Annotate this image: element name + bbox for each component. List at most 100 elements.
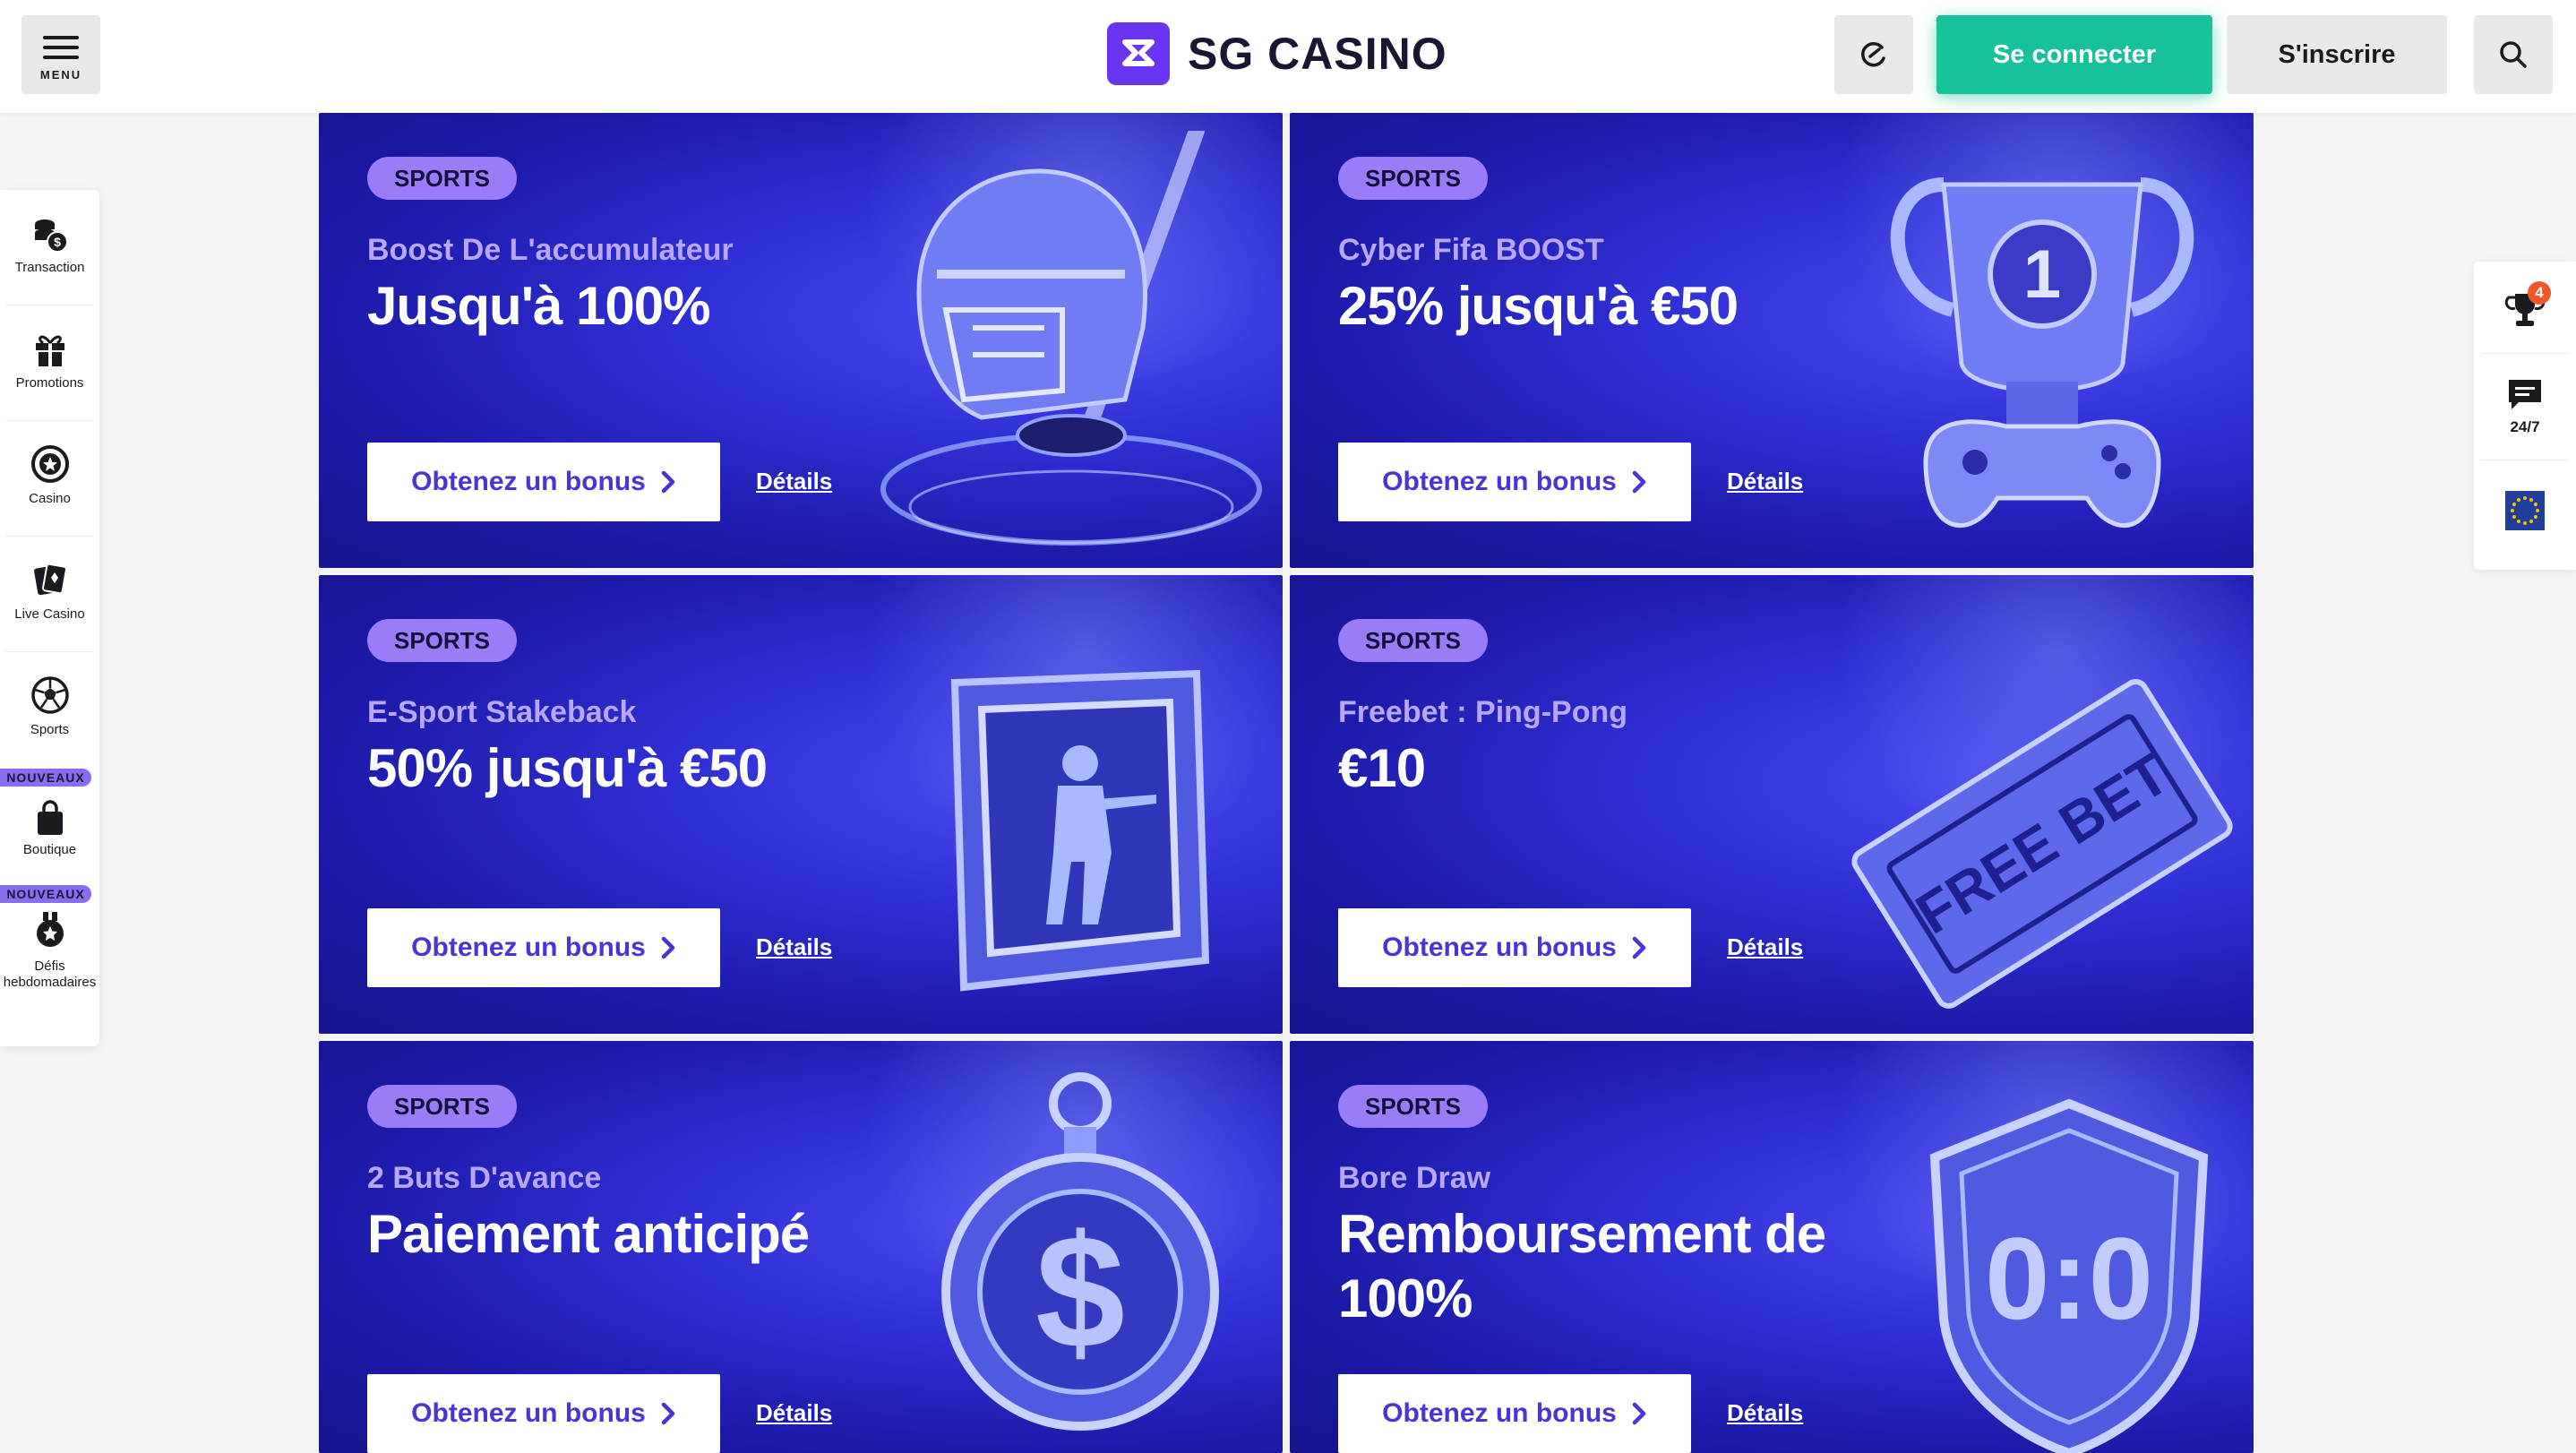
promo-subtitle: E-Sport Stakeback — [367, 695, 637, 729]
sidebar-item-label: Promotions — [15, 375, 84, 391]
chat-icon — [2509, 380, 2541, 409]
notification-count-badge: 4 — [2528, 281, 2551, 305]
sidebar-item-casino[interactable]: Casino — [0, 421, 99, 536]
category-tag: SPORTS — [1338, 619, 1488, 662]
button-label: Obtenez un bonus — [1382, 1398, 1617, 1428]
details-link[interactable]: Détails — [1727, 1399, 1803, 1427]
chevron-right-icon — [1632, 470, 1646, 494]
category-tag: SPORTS — [1338, 157, 1488, 200]
search-icon — [2500, 41, 2527, 68]
get-bonus-button[interactable]: Obtenez un bonus — [1338, 1374, 1691, 1453]
promo-title: Jusqu'à 100% — [367, 276, 710, 336]
svg-text:1: 1 — [2023, 236, 2061, 313]
sidebar-item-label: Live Casino — [14, 606, 85, 622]
sidebar-item-label: Transaction — [14, 260, 85, 275]
details-link[interactable]: Détails — [756, 933, 832, 961]
language-selector[interactable] — [2474, 460, 2576, 568]
promo-card: SPORTS Boost De L'accumulateur Jusqu'à 1… — [319, 113, 1283, 568]
trophy-gamepad-icon: 1 — [1890, 177, 2194, 528]
tournaments-button[interactable]: 4 — [2474, 262, 2576, 353]
menu-button[interactable]: MENU — [21, 15, 100, 94]
right-floating-bar: 4 24/7 — [2474, 262, 2576, 570]
gift-icon — [36, 335, 64, 366]
promo-card: $ SPORTS 2 Buts D'avance Paiement antici… — [319, 1041, 1283, 1453]
sidebar-item-sports[interactable]: Sports — [0, 652, 99, 763]
get-bonus-button[interactable]: Obtenez un bonus — [367, 908, 720, 987]
sidebar-item-label: Défis hebdomadaires — [3, 959, 97, 990]
promo-subtitle: 2 Buts D'avance — [367, 1161, 602, 1195]
menu-label: MENU — [39, 68, 82, 82]
sidebar-item-live-casino[interactable]: Live Casino — [0, 537, 99, 651]
top-header: MENU SG CASINO Se connecter S'inscrire — [0, 0, 2576, 113]
chevron-right-icon — [661, 1402, 675, 1425]
esport-soldier-icon — [950, 669, 1210, 992]
sidebar-item-label: Sports — [30, 722, 70, 737]
search-button[interactable] — [2474, 15, 2553, 94]
details-link[interactable]: Détails — [756, 468, 832, 495]
chevron-right-icon — [1632, 936, 1646, 959]
sidebar-item-boutique[interactable]: Boutique — [0, 788, 99, 885]
logo-mark-icon — [1107, 22, 1170, 85]
svg-text:$: $ — [54, 235, 61, 249]
chevron-right-icon — [661, 936, 675, 959]
promo-subtitle: Bore Draw — [1338, 1161, 1491, 1195]
details-link[interactable]: Détails — [1727, 468, 1803, 495]
sidebar-item-label: Boutique — [22, 842, 77, 857]
svg-text:$: $ — [1035, 1202, 1125, 1382]
live-chat-button[interactable]: 24/7 — [2474, 354, 2576, 460]
new-badge: NOUVEAUX — [0, 885, 91, 903]
hockey-helmet-icon — [880, 131, 1262, 546]
promo-title: 50% jusqu'à €50 — [367, 738, 768, 798]
hamburger-icon — [43, 36, 79, 65]
sidebar-item-label: Casino — [29, 491, 71, 506]
button-label: Obtenez un bonus — [411, 1398, 646, 1428]
score-shield-icon: 0:0 — [1929, 1098, 2209, 1453]
logo-text: SG CASINO — [1188, 29, 1447, 79]
promo-title: €10 — [1338, 738, 1426, 798]
coins-icon: $ — [35, 219, 68, 253]
rewards-button[interactable] — [1834, 15, 1913, 94]
get-bonus-button[interactable]: Obtenez un bonus — [1338, 908, 1691, 987]
sidebar-item-transaction[interactable]: $ Transaction — [0, 190, 99, 305]
promo-title: Paiement anticipé — [367, 1204, 810, 1264]
chevron-right-icon — [1632, 1402, 1646, 1425]
sidebar-item-promotions[interactable]: Promotions — [0, 305, 99, 420]
casino-chip-icon — [31, 445, 69, 483]
button-label: Obtenez un bonus — [1382, 467, 1617, 496]
promo-subtitle: Cyber Fifa BOOST — [1338, 233, 1604, 267]
get-bonus-button[interactable]: Obtenez un bonus — [367, 443, 720, 521]
promo-subtitle: Freebet : Ping-Pong — [1338, 695, 1627, 729]
category-tag: SPORTS — [367, 1085, 517, 1128]
get-bonus-button[interactable]: Obtenez un bonus — [1338, 443, 1691, 521]
site-logo[interactable]: SG CASINO — [1107, 21, 1447, 86]
button-label: Obtenez un bonus — [1382, 933, 1617, 962]
new-badge: NOUVEAUX — [0, 769, 91, 787]
promo-card: FREE BET SPORTS Freebet : Ping-Pong €10 … — [1290, 575, 2254, 1034]
shopping-bag-icon — [38, 800, 63, 835]
chat-availability-label: 24/7 — [2510, 418, 2540, 435]
promo-title: 25% jusqu'à €50 — [1338, 276, 1739, 336]
medal-icon — [37, 912, 64, 947]
refresh-swirl-icon — [1861, 41, 1885, 67]
details-link[interactable]: Détails — [756, 1399, 832, 1427]
get-bonus-button[interactable]: Obtenez un bonus — [367, 1374, 720, 1453]
promo-subtitle: Boost De L'accumulateur — [367, 233, 734, 267]
free-bet-ticket-icon: FREE BET — [1851, 679, 2233, 1009]
details-link[interactable]: Détails — [1727, 933, 1803, 961]
promo-card: 0:0 SPORTS Bore Draw Remboursement de 10… — [1290, 1041, 2254, 1453]
button-label: Obtenez un bonus — [411, 933, 646, 962]
cards-icon — [34, 563, 67, 596]
football-icon — [31, 676, 69, 714]
promo-title: Remboursement de 100% — [1338, 1204, 1826, 1328]
chevron-right-icon — [661, 470, 675, 494]
category-tag: SPORTS — [367, 157, 517, 200]
register-button[interactable]: S'inscrire — [2227, 15, 2447, 94]
sidebar-item-weekly-challenges[interactable]: Défis hebdomadaires — [0, 905, 99, 1039]
login-button[interactable]: Se connecter — [1936, 15, 2212, 94]
category-tag: SPORTS — [1338, 1085, 1488, 1128]
promo-card: SPORTS E-Sport Stakeback 50% jusqu'à €50… — [319, 575, 1283, 1034]
category-tag: SPORTS — [367, 619, 517, 662]
eu-flag-icon — [2505, 491, 2545, 530]
score-text: 0:0 — [1985, 1213, 2153, 1344]
left-sidebar: $ Transaction Promotions Casino Live Cas… — [0, 190, 99, 1046]
